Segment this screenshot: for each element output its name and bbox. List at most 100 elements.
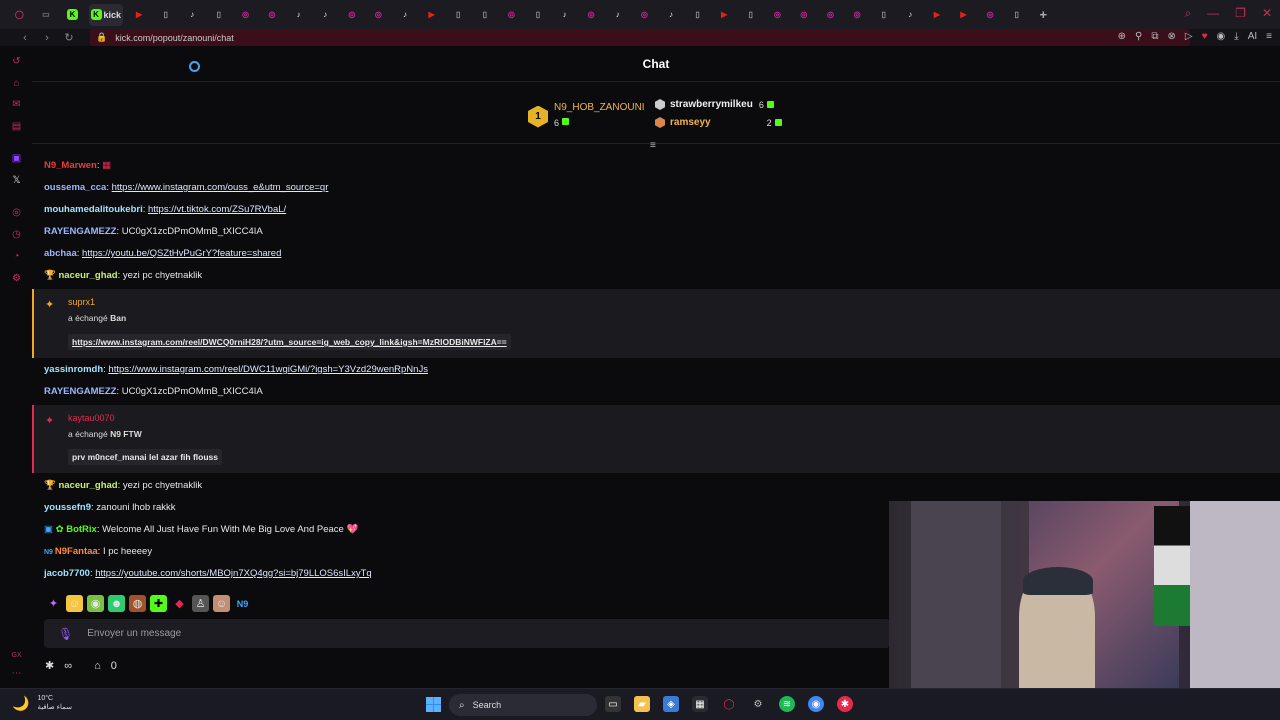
chat-username[interactable]: jacob7700 [44,568,90,579]
microphone-icon[interactable]: 🎙 [58,627,73,641]
play-icon[interactable]: ▷ [1185,31,1193,42]
chrome-icon[interactable]: ◉ [808,696,824,712]
ai-icon[interactable]: AI [1248,31,1257,42]
snapshot-icon[interactable]: ⧉ [1151,31,1158,42]
browser-tab[interactable]: ▶ [950,4,977,26]
emote-icon[interactable]: ☺ [66,595,83,612]
chat-username[interactable]: RAYENGAMEZZ [44,386,117,397]
messenger-icon[interactable]: ✉ [11,99,22,110]
browser-tab[interactable]: ▯ [1003,4,1030,26]
search-tabs-icon[interactable]: ⌕ [1184,6,1191,21]
twitch-icon[interactable]: ▣ [11,153,22,164]
store-app-icon[interactable]: ▦ [692,696,708,712]
emote-icon[interactable]: ◉ [87,595,104,612]
chat-username[interactable]: youssefn9 [44,502,91,513]
chat-link[interactable]: https://youtu.be/QSZtHvPuGrY?feature=sha… [82,248,281,259]
task-view-icon[interactable]: ▭ [605,696,621,712]
chat-username[interactable]: RAYENGAMEZZ [44,226,117,237]
browser-tab[interactable]: ◎ [259,4,286,26]
emote-icon[interactable]: ✚ [150,595,167,612]
store-icon[interactable]: ⌂ [94,660,101,672]
weather-widget[interactable]: 🌙 10°C سماء صافية [12,694,72,712]
emote-icon[interactable]: N9 [234,595,251,612]
more-icon[interactable]: ⋯ [11,668,22,679]
browser-tab[interactable]: ♪ [604,4,631,26]
browser-tab[interactable]: ▯ [870,4,897,26]
chat-username[interactable]: mouhamedalitoukebri [44,204,143,215]
chat-username[interactable]: N9_Marwen [44,160,97,171]
kick-points-icon[interactable]: ✱ [45,659,54,672]
chat-username[interactable]: naceur_ghad [58,270,117,281]
browser-tab[interactable]: ♪ [551,4,578,26]
browser-tab[interactable]: ▯ [152,4,179,26]
emote-icon[interactable]: ◆ [171,595,188,612]
emote-icon[interactable]: ☻ [108,595,125,612]
back-icon[interactable]: ‹ [18,31,32,45]
browser-tab[interactable]: ▶ [711,4,738,26]
zoom-icon[interactable]: ⊕ [1118,31,1126,42]
browser-tab[interactable]: ▯ [445,4,472,26]
event-user[interactable]: kaytau0070 [68,413,115,423]
chat-username[interactable]: N9Fantaa [55,546,98,557]
browser-tab[interactable]: ♪ [897,4,924,26]
reload-icon[interactable]: ↻ [62,31,76,45]
browser-tab[interactable]: ♪ [312,4,339,26]
emote-icon[interactable]: ◍ [129,595,146,612]
browser-tab[interactable]: ◎ [365,4,392,26]
emote-icon[interactable]: ☺ [213,595,230,612]
download-icon[interactable]: ⤓ [1234,31,1238,42]
message-input[interactable]: 🎙 Envoyer un message [44,619,890,648]
app-icon[interactable]: ✱ [837,696,853,712]
bulb-icon[interactable]: ◔ [11,251,22,262]
browser-tab[interactable]: ♪ [392,4,419,26]
browser-tab[interactable]: ▶ [924,4,951,26]
chat-username[interactable]: BotRix [66,524,97,535]
browser-tab[interactable]: ▯ [684,4,711,26]
settings-icon[interactable]: ⚙ [11,273,22,284]
emote-icon[interactable]: ♙ [192,595,209,612]
start-icon[interactable] [426,697,441,712]
opera-gx-icon[interactable]: ◯ [721,696,737,712]
notes-icon[interactable]: ▤ [11,121,22,132]
browser-tab[interactable]: K [59,4,86,26]
browser-tab[interactable]: ◎ [977,4,1004,26]
browser-tab[interactable]: ♪ [658,4,685,26]
leaderboard-second[interactable]: strawberrymilkeu 6 [655,99,774,110]
browser-tab[interactable]: ▶ [418,4,445,26]
browser-tab[interactable]: ◎ [791,4,818,26]
shop-icon[interactable]: ⌂ [11,78,22,89]
browser-tab[interactable]: ◎ [764,4,791,26]
copilot-icon[interactable]: ◈ [663,696,679,712]
chat-link[interactable]: https://www.instagram.com/ouss_e&utm_sou… [112,182,329,193]
minimize-icon[interactable]: — [1207,6,1219,21]
browser-tab[interactable]: ◎ [817,4,844,26]
browser-tab[interactable]: ◎ [339,4,366,26]
clock-icon[interactable]: ◷ [11,229,22,240]
chat-username[interactable]: abchaa [44,248,77,259]
heart-icon[interactable]: ♥ [1202,31,1208,42]
account-icon[interactable]: ◉ [1217,31,1226,42]
player-icon[interactable]: ◎ [11,207,22,218]
chat-username[interactable]: oussema_cca [44,182,106,193]
browser-tab[interactable]: ◎ [232,4,259,26]
browser-tab[interactable]: ◎ [844,4,871,26]
emote-icon[interactable]: ✦ [45,595,62,612]
browser-tab[interactable]: ◯ [6,4,33,26]
browser-tab[interactable]: ♪ [179,4,206,26]
browser-tab[interactable]: ▯ [206,4,233,26]
browser-tab[interactable]: ▭ [33,4,60,26]
taskbar-search[interactable]: ⌕ Search [449,694,597,716]
chat-link[interactable]: https://www.instagram.com/reel/DWC11wgiG… [108,364,428,375]
browser-tab[interactable]: ▶ [126,4,153,26]
collapse-icon[interactable]: ≡ [650,140,656,151]
steam-icon[interactable]: ⚙ [750,696,766,712]
x-icon[interactable]: 𝕏 [11,175,22,186]
adblock-icon[interactable]: ⊗ [1168,31,1176,42]
browser-tab[interactable]: ◎ [578,4,605,26]
chat-username[interactable]: naceur_ghad [58,480,117,491]
new-tab-icon[interactable]: + [1030,4,1057,26]
browser-tab[interactable]: ▯ [525,4,552,26]
file-explorer-icon[interactable]: ▰ [634,696,650,712]
browser-tab[interactable]: ◎ [498,4,525,26]
browser-tab[interactable]: Kkick [88,3,123,26]
